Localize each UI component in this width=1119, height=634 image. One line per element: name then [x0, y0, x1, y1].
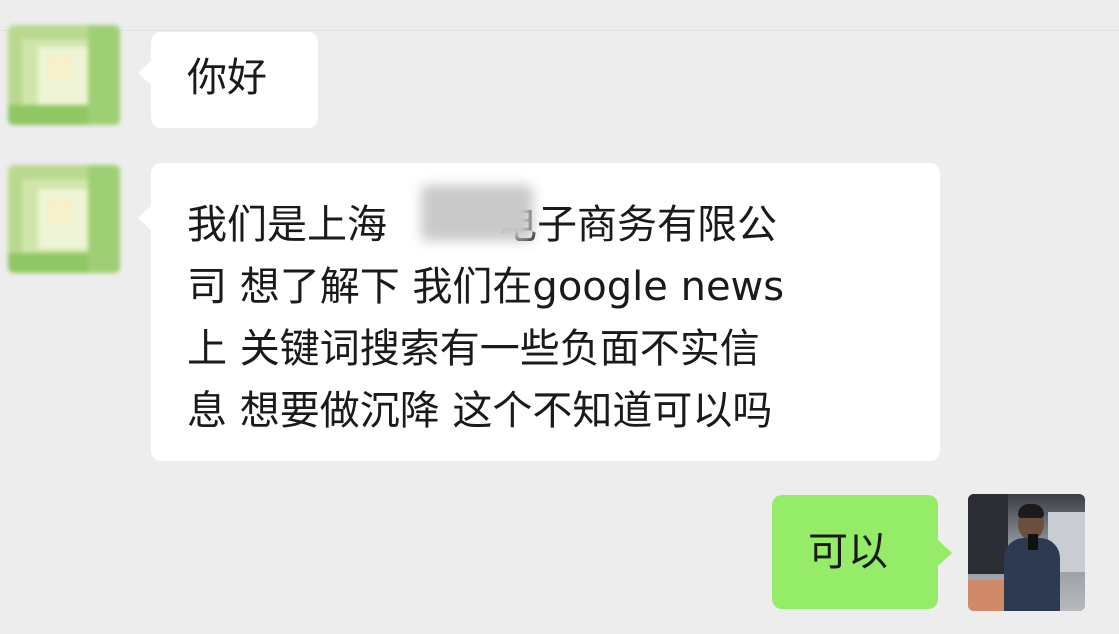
message-bubble-incoming[interactable]: 你好 — [151, 32, 318, 128]
contact-avatar[interactable] — [8, 25, 120, 125]
bubble-tail — [938, 540, 952, 566]
message-text: 电子商务有限公 — [497, 202, 777, 248]
message-text: 我们是上海 — [187, 202, 387, 248]
photo-phone — [1028, 534, 1038, 550]
self-avatar[interactable] — [968, 494, 1085, 611]
message-line-1: 我们是上海 电子商务有限公 — [187, 194, 940, 256]
contact-avatar[interactable] — [8, 165, 120, 273]
message-bubble-outgoing[interactable]: 可以 — [772, 495, 938, 609]
message-text: 上 关键词搜索有一些负面不实信 — [187, 326, 760, 372]
redaction-blur — [421, 185, 533, 241]
photo-person-hair — [1018, 504, 1044, 518]
message-text: 司 想了解下 我们在google news — [187, 264, 785, 310]
divider — [0, 30, 1119, 31]
message-text: 可以 — [808, 529, 888, 575]
bubble-tail — [138, 205, 152, 231]
photo-shelf — [968, 580, 1004, 611]
photo-wall — [968, 494, 1008, 574]
message-text: 息 想要做沉降 这个不知道可以吗 — [187, 388, 773, 434]
bubble-tail — [138, 60, 152, 86]
message-bubble-incoming[interactable]: 我们是上海 电子商务有限公 司 想了解下 我们在google news 上 关键词… — [151, 163, 940, 461]
message-text: 你好 — [187, 55, 267, 101]
